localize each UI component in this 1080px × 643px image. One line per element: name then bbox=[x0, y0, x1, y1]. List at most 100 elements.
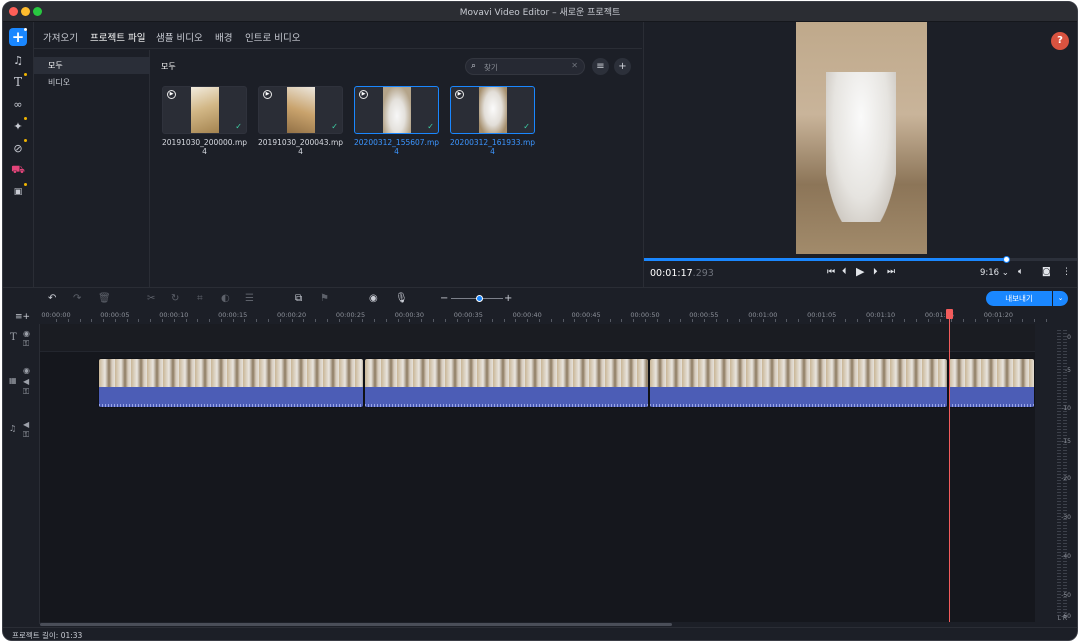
ruler-tick-mark bbox=[597, 319, 599, 322]
meter-db-label: -10 bbox=[1061, 405, 1071, 412]
media-thumbnail-4[interactable]: ▶ ✓ bbox=[450, 86, 535, 134]
ruler-tick-mark bbox=[668, 319, 670, 322]
magic-wand-icon[interactable]: ✦ bbox=[9, 117, 27, 135]
video-clip-1[interactable] bbox=[98, 358, 364, 408]
ruler-tick-mark bbox=[315, 319, 317, 322]
microphone-icon[interactable]: 🎙︎ bbox=[395, 293, 408, 304]
ruler-tick-label: 00:00:10 bbox=[159, 311, 189, 319]
cut-icon[interactable]: ✂ bbox=[147, 293, 155, 304]
play-icon[interactable]: ▶ bbox=[856, 265, 864, 278]
color-adjust-icon[interactable]: ◐ bbox=[221, 293, 230, 304]
media-thumbnail-3[interactable]: ▶ ✓ bbox=[354, 86, 439, 134]
clip-properties-icon[interactable]: ☰ bbox=[245, 293, 254, 304]
clip-frames bbox=[365, 359, 648, 387]
category-all[interactable]: 모두 bbox=[34, 57, 150, 74]
search-input[interactable]: 찾기 bbox=[484, 62, 498, 73]
video-clip-4[interactable] bbox=[948, 358, 1035, 408]
sticker-icon[interactable]: ⛟ bbox=[9, 161, 27, 179]
play-icon[interactable]: ▶ bbox=[455, 90, 464, 99]
previous-frame-icon[interactable]: ⏴ bbox=[842, 267, 847, 277]
redo-icon[interactable]: ↷ bbox=[73, 293, 81, 304]
add-track-icon[interactable]: ≡+ bbox=[15, 312, 30, 322]
ruler-tick-label: 00:00:35 bbox=[453, 311, 483, 319]
ruler-tick-mark bbox=[774, 319, 776, 322]
sort-button[interactable]: ≡ bbox=[592, 58, 609, 75]
media-thumbnail-2[interactable]: ▶ ✓ bbox=[258, 86, 343, 134]
tab-backgrounds[interactable]: 배경 bbox=[215, 30, 232, 44]
timeline-tracks[interactable] bbox=[40, 324, 1035, 622]
ruler-tick-mark bbox=[385, 319, 387, 322]
overlay-icon[interactable]: ⧉ bbox=[295, 293, 302, 304]
export-button[interactable]: 내보내기 bbox=[986, 291, 1052, 306]
preview-video[interactable] bbox=[796, 22, 927, 254]
scrubber-handle[interactable] bbox=[1002, 256, 1010, 263]
lock-icon[interactable]: ⚿ bbox=[23, 387, 29, 397]
add-icon[interactable]: + bbox=[9, 28, 27, 46]
category-video[interactable]: 비디오 bbox=[34, 74, 150, 91]
volume-icon[interactable]: 🔈︎ bbox=[1018, 267, 1023, 277]
preview-timecode: 00:01:17.293 bbox=[650, 268, 714, 279]
next-frame-icon[interactable]: ⏵ bbox=[873, 267, 878, 277]
video-clip-2[interactable] bbox=[364, 358, 649, 408]
filter-icon[interactable]: ⊘ bbox=[9, 139, 27, 157]
ruler-tick-mark bbox=[1010, 319, 1012, 322]
media-thumbnail-1[interactable]: ▶ ✓ bbox=[162, 86, 247, 134]
webcam-record-icon[interactable]: ◉ bbox=[369, 293, 378, 304]
ruler-tick-mark bbox=[656, 319, 658, 322]
tab-sample-videos[interactable]: 샘플 비디오 bbox=[156, 30, 203, 44]
timeline-ruler[interactable]: 00:00:00 00:00:05 00:00:10 00:00:15 00:00:20… bbox=[40, 308, 1047, 323]
meter-db-label: -50 bbox=[1061, 592, 1071, 599]
volume-icon[interactable]: ◀︎ bbox=[23, 420, 29, 429]
aspect-ratio-select[interactable]: 9:16 ⌄ bbox=[980, 268, 1009, 278]
playhead[interactable] bbox=[949, 310, 950, 622]
text-track[interactable] bbox=[40, 324, 1035, 352]
transition-icon[interactable]: ∞ bbox=[9, 95, 27, 113]
play-icon[interactable]: ▶ bbox=[263, 90, 272, 99]
snapshot-icon[interactable]: ◙ bbox=[1042, 267, 1051, 277]
more-options-icon[interactable]: ⋮ bbox=[1062, 267, 1071, 277]
play-icon[interactable]: ▶ bbox=[167, 90, 176, 99]
visibility-icon[interactable]: ◉ bbox=[23, 366, 30, 375]
skip-to-end-icon[interactable]: ⏭ bbox=[887, 267, 895, 277]
text-icon[interactable]: T bbox=[9, 73, 27, 91]
play-icon[interactable]: ▶ bbox=[359, 90, 368, 99]
skip-to-start-icon[interactable]: ⏮ bbox=[827, 267, 835, 277]
lock-icon[interactable]: ⚿ bbox=[23, 430, 29, 440]
add-media-button[interactable]: + bbox=[614, 58, 631, 75]
lock-icon[interactable]: ⚿ bbox=[23, 339, 29, 349]
help-button[interactable]: ? bbox=[1051, 32, 1069, 50]
music-icon[interactable]: ♫ bbox=[9, 51, 27, 69]
tab-import[interactable]: 가져오기 bbox=[43, 30, 78, 44]
zoom-out-icon[interactable]: − bbox=[440, 293, 448, 304]
clear-search-icon[interactable]: ✕ bbox=[571, 61, 578, 70]
audio-waveform bbox=[650, 387, 947, 407]
ruler-tick-mark bbox=[845, 319, 847, 322]
audio-waveform bbox=[949, 387, 1034, 407]
tab-project-files[interactable]: 프로젝트 파일 bbox=[90, 30, 145, 44]
crop-icon[interactable]: ⌗ bbox=[197, 293, 203, 304]
ruler-tick-mark bbox=[209, 319, 211, 322]
delete-icon[interactable]: 🗑︎ bbox=[98, 293, 111, 304]
marker-icon[interactable]: ⚑ bbox=[320, 293, 329, 304]
undo-icon[interactable]: ↶ bbox=[48, 293, 56, 304]
title-bar: Movavi Video Editor – 새로운 프로젝트 bbox=[3, 2, 1077, 22]
timeline-scrollbar-thumb[interactable] bbox=[40, 623, 672, 626]
ruler-tick-mark bbox=[114, 319, 116, 322]
preview-scrubber[interactable] bbox=[644, 256, 1077, 263]
ruler-tick-mark bbox=[974, 319, 976, 322]
volume-icon[interactable]: ◀︎ bbox=[23, 377, 29, 386]
export-dropdown-button[interactable]: ⌄ bbox=[1053, 291, 1068, 306]
tab-intro-videos[interactable]: 인트로 비디오 bbox=[245, 30, 300, 44]
ruler-tick-mark bbox=[809, 319, 811, 322]
video-clip-3[interactable] bbox=[649, 358, 948, 408]
ruler-tick-mark bbox=[680, 319, 682, 322]
scrubber-progress bbox=[644, 258, 1006, 261]
rotate-icon[interactable]: ↻ bbox=[171, 293, 179, 304]
more-tools-icon[interactable]: ▣ bbox=[9, 183, 27, 201]
zoom-slider-handle[interactable] bbox=[476, 295, 483, 302]
ruler-tick-mark bbox=[515, 319, 517, 322]
zoom-in-icon[interactable]: + bbox=[504, 293, 512, 304]
search-field[interactable]: ⌕ 찾기 ✕ bbox=[465, 58, 585, 75]
ruler-tick-mark bbox=[633, 319, 635, 322]
visibility-icon[interactable]: ◉ bbox=[23, 329, 30, 338]
